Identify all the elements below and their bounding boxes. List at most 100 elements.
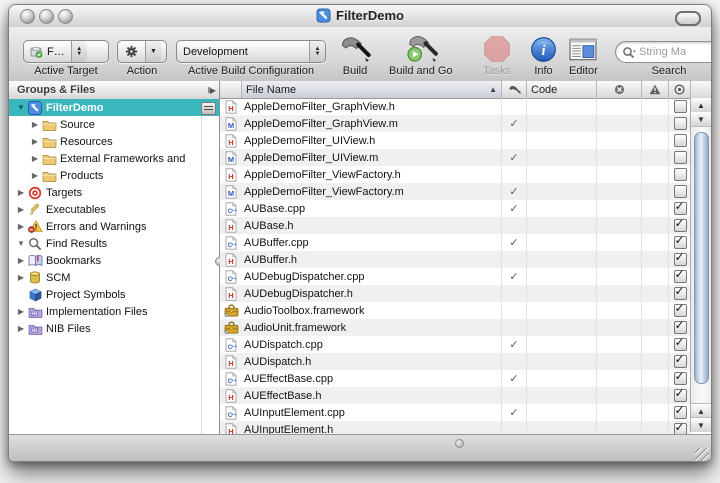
target-membership-cell[interactable]: ✓ — [502, 115, 527, 132]
include-checkbox[interactable] — [673, 134, 687, 147]
errors-column-header[interactable] — [597, 81, 642, 98]
target-membership-cell[interactable] — [502, 98, 527, 115]
sidebar-item-executables[interactable]: ▶ Executables — [9, 201, 219, 218]
file-name-cell[interactable]: AppleDemoFilter_UIView.h — [242, 132, 502, 149]
sidebar-item-targets[interactable]: ▶ Targets — [9, 184, 219, 201]
disclosure-triangle-icon[interactable]: ▶ — [29, 154, 41, 163]
include-checkbox[interactable] — [673, 251, 687, 266]
disclosure-triangle-icon[interactable]: ▶ — [29, 137, 41, 146]
table-row-auinputelement-cpp[interactable]: C ++ AUInputElement.cpp ✓ — [220, 404, 691, 421]
file-name-cell[interactable]: AUBase.cpp — [242, 200, 502, 217]
target-membership-cell[interactable]: ✓ — [502, 404, 527, 421]
include-checkbox[interactable] — [673, 200, 687, 215]
disclosure-triangle-icon[interactable]: ▶ — [15, 188, 27, 197]
file-name-cell[interactable]: AUBuffer.h — [242, 251, 502, 268]
file-name-cell[interactable]: AUInputElement.cpp — [242, 404, 502, 421]
file-name-cell[interactable]: AUBase.h — [242, 217, 502, 234]
sidebar-item-filterdemo[interactable]: ▼ FilterDemo — [9, 99, 219, 116]
table-row-audiotoolbox-framework[interactable]: AudioToolbox.framework — [220, 302, 691, 319]
sidebar-item-find-results[interactable]: ▼ Find Results — [9, 235, 219, 252]
include-checkbox[interactable] — [673, 185, 687, 198]
target-membership-cell[interactable]: ✓ — [502, 149, 527, 166]
search-input[interactable]: String Ma — [615, 41, 711, 63]
file-name-cell[interactable]: AppleDemoFilter_UIView.m — [242, 149, 502, 166]
build-configuration-popup[interactable]: Development ▲ ▼ — [176, 40, 326, 63]
table-row-appledemofilter-uiview-h[interactable]: H AppleDemoFilter_UIView.h — [220, 132, 691, 149]
file-name-cell[interactable]: AUEffectBase.cpp — [242, 370, 502, 387]
info-icon[interactable]: i — [530, 33, 557, 63]
hammer-go-icon[interactable] — [404, 33, 438, 63]
target-membership-cell[interactable] — [502, 285, 527, 302]
sidebar-item-implementation-files[interactable]: ▶ Implementation Files — [9, 303, 219, 320]
disclosure-triangle-icon[interactable]: ▶ — [15, 256, 27, 265]
file-name-column-header[interactable]: File Name ▲ — [242, 81, 502, 98]
disclosure-triangle-icon[interactable]: ▶ — [29, 171, 41, 180]
table-row-audebugdispatcher-cpp[interactable]: C ++ AUDebugDispatcher.cpp ✓ — [220, 268, 691, 285]
table-row-aueffectbase-cpp[interactable]: C ++ AUEffectBase.cpp ✓ — [220, 370, 691, 387]
hammer-icon[interactable] — [339, 33, 371, 63]
disclosure-triangle-icon[interactable]: ▼ — [15, 103, 27, 112]
column-split-icon[interactable]: ‖▶ — [208, 86, 219, 95]
include-checkbox[interactable] — [673, 234, 687, 249]
sidebar-item-bookmarks[interactable]: ▶ Bookmarks — [9, 252, 219, 269]
table-row-aubuffer-cpp[interactable]: C ++ AUBuffer.cpp ✓ — [220, 234, 691, 251]
include-checkbox[interactable] — [673, 168, 687, 181]
scroll-up-button-bottom[interactable]: ▲ — [691, 403, 711, 418]
target-membership-cell[interactable] — [502, 132, 527, 149]
target-membership-cell[interactable]: ✓ — [502, 268, 527, 285]
file-name-cell[interactable]: AUDebugDispatcher.cpp — [242, 268, 502, 285]
sidebar-item-scm[interactable]: ▶ SCM — [9, 269, 219, 286]
scroll-down-button-bottom[interactable]: ▼ — [691, 417, 711, 432]
row-options-button[interactable] — [201, 102, 216, 115]
table-row-audispatch-h[interactable]: H AUDispatch.h — [220, 353, 691, 370]
table-row-appledemofilter-viewfactory-h[interactable]: H AppleDemoFilter_ViewFactory.h — [220, 166, 691, 183]
file-name-cell[interactable]: AUBuffer.cpp — [242, 234, 502, 251]
file-name-cell[interactable]: AppleDemoFilter_GraphView.h — [242, 98, 502, 115]
disclosure-triangle-icon[interactable]: ▶ — [15, 205, 27, 214]
file-name-cell[interactable]: AUDispatch.h — [242, 353, 502, 370]
table-row-audebugdispatcher-h[interactable]: H AUDebugDispatcher.h — [220, 285, 691, 302]
target-membership-cell[interactable] — [502, 302, 527, 319]
warnings-column-header[interactable] — [642, 81, 669, 98]
file-name-cell[interactable]: AudioUnit.framework — [242, 319, 502, 336]
include-checkbox[interactable] — [673, 302, 687, 317]
include-checkbox[interactable] — [673, 319, 687, 334]
window-resize-grip[interactable] — [695, 448, 709, 461]
sidebar-item-source[interactable]: ▶ Source — [9, 116, 219, 133]
file-name-cell[interactable]: AppleDemoFilter_ViewFactory.m — [242, 183, 502, 200]
file-name-cell[interactable]: AUDispatch.cpp — [242, 336, 502, 353]
include-checkbox[interactable] — [673, 100, 687, 113]
table-row-appledemofilter-uiview-m[interactable]: M AppleDemoFilter_UIView.m ✓ — [220, 149, 691, 166]
sidebar-item-errors-and-warnings[interactable]: ▶ Errors and Warnings — [9, 218, 219, 235]
disclosure-triangle-icon[interactable]: ▶ — [15, 324, 27, 333]
target-column-header[interactable] — [502, 81, 527, 98]
disclosure-triangle-icon[interactable]: ▶ — [15, 307, 27, 316]
file-name-cell[interactable]: AppleDemoFilter_ViewFactory.h — [242, 166, 502, 183]
spacer-column-header[interactable] — [220, 81, 242, 98]
sidebar-item-project-symbols[interactable]: Project Symbols — [9, 286, 219, 303]
file-name-cell[interactable]: AudioToolbox.framework — [242, 302, 502, 319]
code-column-header[interactable]: Code — [527, 81, 597, 98]
target-membership-cell[interactable] — [502, 251, 527, 268]
target-membership-cell[interactable] — [502, 353, 527, 370]
editor-window-icon[interactable] — [569, 33, 597, 63]
include-checkbox[interactable] — [673, 370, 687, 385]
disclosure-triangle-icon[interactable]: ▶ — [15, 273, 27, 282]
sidebar-header[interactable]: Groups & Files ‖▶ — [9, 81, 219, 100]
toolbar-toggle-pill[interactable] — [675, 11, 701, 26]
scroll-down-button[interactable]: ▼ — [691, 112, 711, 127]
scroll-up-button[interactable]: ▲ — [691, 98, 711, 113]
target-membership-cell[interactable]: ✓ — [502, 200, 527, 217]
bullseye-column-header[interactable] — [669, 81, 691, 98]
target-membership-cell[interactable] — [502, 166, 527, 183]
file-name-cell[interactable]: AppleDemoFilter_GraphView.m — [242, 115, 502, 132]
table-row-aueffectbase-h[interactable]: H AUEffectBase.h — [220, 387, 691, 404]
action-popup[interactable]: ▼ — [117, 40, 167, 63]
sidebar-item-nib-files[interactable]: ▶ NIB Files — [9, 320, 219, 337]
include-checkbox[interactable] — [673, 217, 687, 232]
target-membership-cell[interactable]: ✓ — [502, 370, 527, 387]
active-target-popup[interactable]: F… ▲ ▼ — [23, 40, 109, 63]
include-checkbox[interactable] — [673, 151, 687, 164]
include-checkbox[interactable] — [673, 387, 687, 402]
table-row-aubase-cpp[interactable]: C ++ AUBase.cpp ✓ — [220, 200, 691, 217]
